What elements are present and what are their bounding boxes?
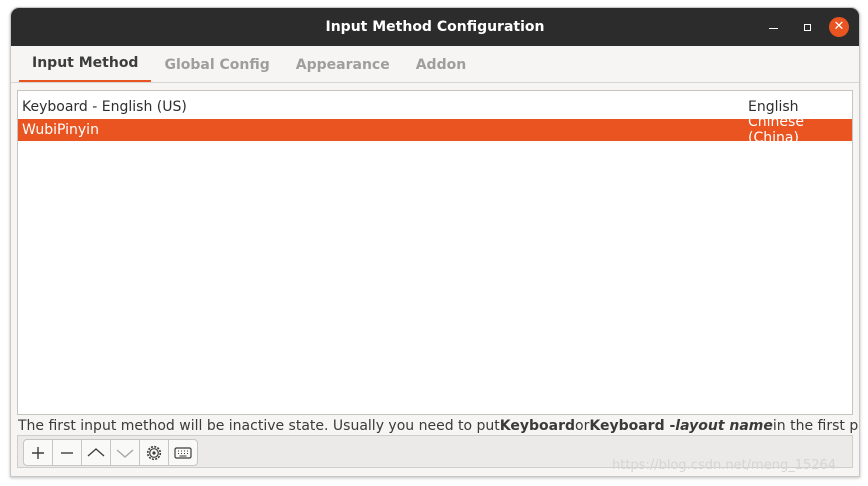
input-method-name: WubiPinyin — [22, 122, 99, 138]
input-method-list[interactable]: Keyboard - English (US) English WubiPiny… — [17, 90, 853, 415]
tab-global-config[interactable]: Global Config — [151, 46, 282, 83]
keyboard-icon — [174, 446, 192, 459]
window-title: Input Method Configuration — [325, 19, 545, 35]
tab-divider — [11, 82, 859, 83]
tab-addon[interactable]: Addon — [403, 46, 479, 83]
maximize-icon[interactable] — [797, 17, 817, 37]
watermark: https://blog.csdn.net/meng_15264 — [612, 458, 837, 473]
arrow-down-icon — [116, 449, 134, 458]
add-button[interactable] — [23, 439, 53, 466]
tab-bar: Input Method Global Config Appearance Ad… — [11, 46, 859, 83]
input-method-language: Chinese (China) — [748, 114, 804, 146]
remove-button[interactable] — [52, 439, 82, 466]
tab-input-method[interactable]: Input Method — [19, 46, 152, 83]
minus-icon — [61, 451, 73, 454]
title-bar[interactable]: Input Method Configuration ✕ — [11, 8, 859, 46]
keyboard-layout-button[interactable] — [168, 439, 198, 466]
input-method-name: Keyboard - English (US) — [22, 99, 187, 115]
move-down-button[interactable] — [110, 439, 140, 466]
close-icon[interactable]: ✕ — [829, 17, 849, 37]
input-method-language: English — [748, 99, 799, 115]
hint-text-or: or — [575, 418, 590, 434]
minimize-icon[interactable] — [763, 17, 783, 37]
tab-appearance[interactable]: Appearance — [283, 46, 403, 83]
plus-icon — [32, 446, 44, 459]
hint-keyword-keyboard: Keyboard — [499, 418, 576, 434]
configure-button[interactable] — [139, 439, 169, 466]
hint-text-prefix: The first input method will be inactive … — [18, 418, 500, 434]
input-method-config-window: Input Method Configuration ✕ Input Metho… — [10, 7, 860, 477]
gear-icon — [146, 445, 162, 460]
hint-text-suffix: in the first place. — [772, 418, 859, 434]
hint-keyword-layout-name: layout name — [675, 418, 773, 434]
hint-keyword-keyboard-layout: Keyboard - — [589, 418, 676, 434]
list-item[interactable]: Keyboard - English (US) English — [18, 96, 852, 118]
list-item[interactable]: WubiPinyin Chinese (China) — [18, 114, 852, 146]
hint-message: The first input method will be inactive … — [17, 416, 859, 436]
move-up-button[interactable] — [81, 439, 111, 466]
arrow-up-icon — [87, 447, 105, 456]
